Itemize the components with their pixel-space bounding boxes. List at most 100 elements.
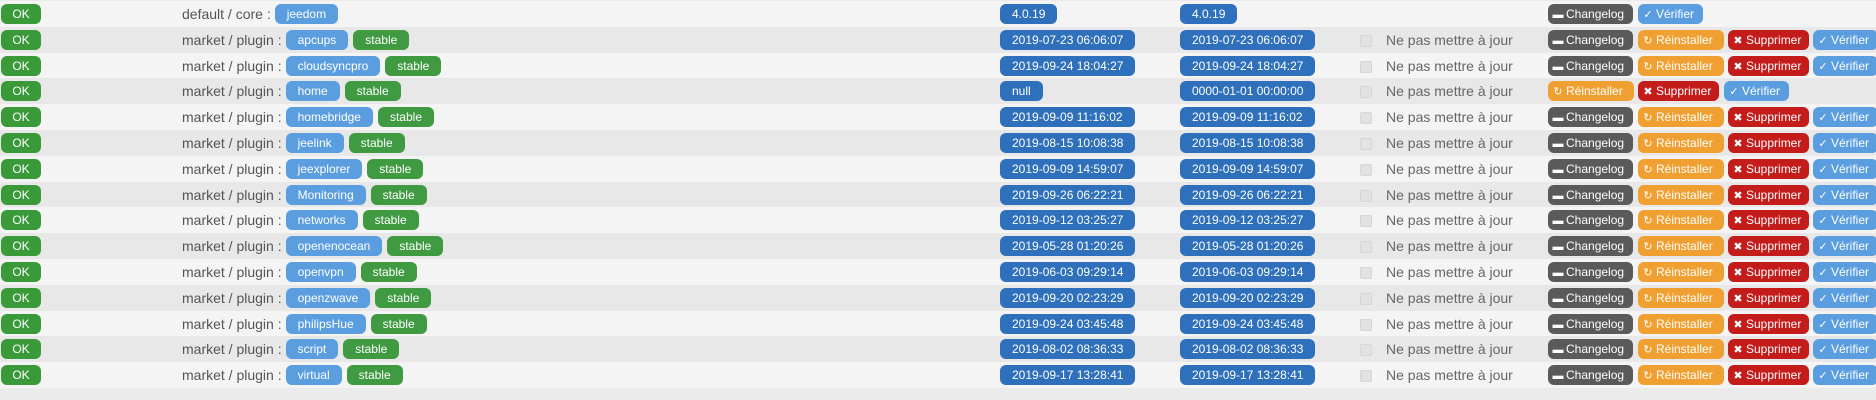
delete-button[interactable]: ✖ Supprimer bbox=[1728, 339, 1809, 360]
branch-badge: stable bbox=[353, 29, 410, 50]
reinstall-button[interactable]: ↻ Réinstaller bbox=[1548, 81, 1634, 102]
verify-button[interactable]: ✓ Vérifier bbox=[1813, 158, 1876, 179]
no-update-checkbox[interactable] bbox=[1360, 112, 1372, 125]
changelog-button[interactable]: ▬ Changelog bbox=[1548, 313, 1633, 334]
status-badge: OK bbox=[1, 313, 41, 334]
local-version-badge: 4.0.19 bbox=[1000, 4, 1058, 24]
verify-button[interactable]: ✓ Vérifier bbox=[1813, 339, 1876, 360]
verify-button[interactable]: ✓ Vérifier bbox=[1813, 133, 1876, 153]
delete-button[interactable]: ✖ Supprimer bbox=[1728, 133, 1809, 153]
button-label: Vérifier bbox=[1742, 84, 1781, 99]
book-icon: ▬ bbox=[1552, 292, 1564, 305]
button-label: Supprimer bbox=[1746, 213, 1802, 228]
status-badge: OK bbox=[1, 55, 41, 76]
delete-button[interactable]: ✖ Supprimer bbox=[1638, 81, 1719, 102]
book-icon: ▬ bbox=[1552, 34, 1564, 47]
verify-button[interactable]: ✓ Vérifier bbox=[1813, 107, 1876, 128]
no-update-checkbox[interactable] bbox=[1360, 215, 1372, 228]
verify-button[interactable]: ✓ Vérifier bbox=[1813, 365, 1876, 386]
changelog-button[interactable]: ▬ Changelog bbox=[1548, 339, 1633, 360]
reinstall-button[interactable]: ↻ Réinstaller bbox=[1638, 133, 1724, 153]
delete-button[interactable]: ✖ Supprimer bbox=[1728, 29, 1809, 50]
changelog-button[interactable]: ▬ Changelog bbox=[1548, 210, 1633, 231]
delete-button[interactable]: ✖ Supprimer bbox=[1728, 55, 1809, 76]
verify-button[interactable]: ✓ Vérifier bbox=[1813, 29, 1876, 50]
no-update-checkbox[interactable] bbox=[1360, 189, 1372, 202]
table-row: OK market / plugin : homebridge stable 2019-… bbox=[0, 104, 1876, 131]
reinstall-button[interactable]: ↻ Réinstaller bbox=[1638, 339, 1724, 360]
verify-button[interactable]: ✓ Vérifier bbox=[1813, 287, 1876, 308]
delete-button[interactable]: ✖ Supprimer bbox=[1728, 184, 1809, 205]
refresh-icon: ↻ bbox=[1643, 112, 1653, 125]
button-label: Réinstaller bbox=[1656, 316, 1713, 331]
reinstall-button[interactable]: ↻ Réinstaller bbox=[1638, 313, 1724, 334]
no-update-checkbox[interactable] bbox=[1360, 60, 1372, 73]
remote-version-badge: 0000-01-01 00:00:00 bbox=[1180, 81, 1316, 102]
no-update-checkbox[interactable] bbox=[1360, 163, 1372, 176]
status-badge: OK bbox=[1, 210, 41, 231]
check-icon: ✓ bbox=[1818, 112, 1828, 125]
no-update-checkbox[interactable] bbox=[1360, 344, 1372, 357]
check-icon: ✓ bbox=[1818, 318, 1828, 331]
remote-version-badge: 2019-09-20 02:23:29 bbox=[1180, 287, 1316, 308]
button-label: Changelog bbox=[1566, 290, 1625, 305]
delete-button[interactable]: ✖ Supprimer bbox=[1728, 236, 1809, 257]
changelog-button[interactable]: ▬ Changelog bbox=[1548, 236, 1633, 257]
reinstall-button[interactable]: ↻ Réinstaller bbox=[1638, 55, 1724, 76]
status-badge: OK bbox=[1, 339, 41, 360]
delete-button[interactable]: ✖ Supprimer bbox=[1728, 365, 1809, 386]
changelog-button[interactable]: ▬ Changelog bbox=[1548, 29, 1633, 50]
remote-version-badge: 2019-07-23 06:06:07 bbox=[1180, 29, 1316, 50]
button-label: Supprimer bbox=[1746, 368, 1802, 383]
no-update-checkbox[interactable] bbox=[1360, 34, 1372, 47]
local-version-badge: 2019-08-02 08:36:33 bbox=[1000, 339, 1136, 360]
reinstall-button[interactable]: ↻ Réinstaller bbox=[1638, 107, 1724, 128]
source-label: market / plugin : bbox=[182, 212, 282, 229]
changelog-button[interactable]: ▬ Changelog bbox=[1548, 133, 1633, 153]
no-update-checkbox[interactable] bbox=[1360, 370, 1372, 383]
changelog-button[interactable]: ▬ Changelog bbox=[1548, 158, 1633, 179]
delete-button[interactable]: ✖ Supprimer bbox=[1728, 158, 1809, 179]
verify-button[interactable]: ✓ Vérifier bbox=[1813, 313, 1876, 334]
no-update-checkbox[interactable] bbox=[1360, 318, 1372, 331]
table-row: OK market / plugin : openvpn stable 2019-06-… bbox=[0, 259, 1876, 285]
verify-button[interactable]: ✓ Vérifier bbox=[1813, 55, 1876, 76]
changelog-button[interactable]: ▬ Changelog bbox=[1548, 287, 1633, 308]
reinstall-button[interactable]: ↻ Réinstaller bbox=[1638, 287, 1724, 308]
reinstall-button[interactable]: ↻ Réinstaller bbox=[1638, 210, 1724, 231]
changelog-button[interactable]: ▬ Changelog bbox=[1548, 184, 1633, 205]
delete-button[interactable]: ✖ Supprimer bbox=[1728, 313, 1809, 334]
status-badge: OK bbox=[1, 158, 41, 179]
changelog-button[interactable]: ▬ Changelog bbox=[1548, 4, 1633, 24]
reinstall-button[interactable]: ↻ Réinstaller bbox=[1638, 184, 1724, 205]
changelog-button[interactable]: ▬ Changelog bbox=[1548, 365, 1633, 386]
verify-button[interactable]: ✓ Vérifier bbox=[1813, 184, 1876, 205]
reinstall-button[interactable]: ↻ Réinstaller bbox=[1638, 236, 1724, 257]
changelog-button[interactable]: ▬ Changelog bbox=[1548, 55, 1633, 76]
verify-button[interactable]: ✓ Vérifier bbox=[1638, 4, 1703, 24]
verify-button[interactable]: ✓ Vérifier bbox=[1813, 210, 1876, 231]
reinstall-button[interactable]: ↻ Réinstaller bbox=[1638, 365, 1724, 386]
changelog-button[interactable]: ▬ Changelog bbox=[1548, 107, 1633, 128]
button-label: Vérifier bbox=[1831, 342, 1870, 357]
delete-button[interactable]: ✖ Supprimer bbox=[1728, 107, 1809, 128]
verify-button[interactable]: ✓ Vérifier bbox=[1724, 81, 1789, 102]
verify-button[interactable]: ✓ Vérifier bbox=[1813, 262, 1876, 282]
button-label: Réinstaller bbox=[1656, 213, 1713, 228]
no-update-checkbox[interactable] bbox=[1360, 267, 1372, 279]
delete-button[interactable]: ✖ Supprimer bbox=[1728, 210, 1809, 231]
reinstall-button[interactable]: ↻ Réinstaller bbox=[1638, 158, 1724, 179]
delete-button[interactable]: ✖ Supprimer bbox=[1728, 287, 1809, 308]
button-label: Changelog bbox=[1566, 32, 1625, 47]
delete-button[interactable]: ✖ Supprimer bbox=[1728, 262, 1809, 282]
no-update-checkbox[interactable] bbox=[1360, 292, 1372, 305]
no-update-checkbox[interactable] bbox=[1360, 138, 1372, 150]
changelog-button[interactable]: ▬ Changelog bbox=[1548, 262, 1633, 282]
branch-badge: stable bbox=[375, 287, 432, 308]
no-update-label: Ne pas mettre à jour bbox=[1386, 315, 1513, 332]
no-update-checkbox[interactable] bbox=[1360, 241, 1372, 254]
reinstall-button[interactable]: ↻ Réinstaller bbox=[1638, 29, 1724, 50]
reinstall-button[interactable]: ↻ Réinstaller bbox=[1638, 262, 1724, 282]
no-update-checkbox[interactable] bbox=[1360, 86, 1372, 99]
verify-button[interactable]: ✓ Vérifier bbox=[1813, 236, 1876, 257]
